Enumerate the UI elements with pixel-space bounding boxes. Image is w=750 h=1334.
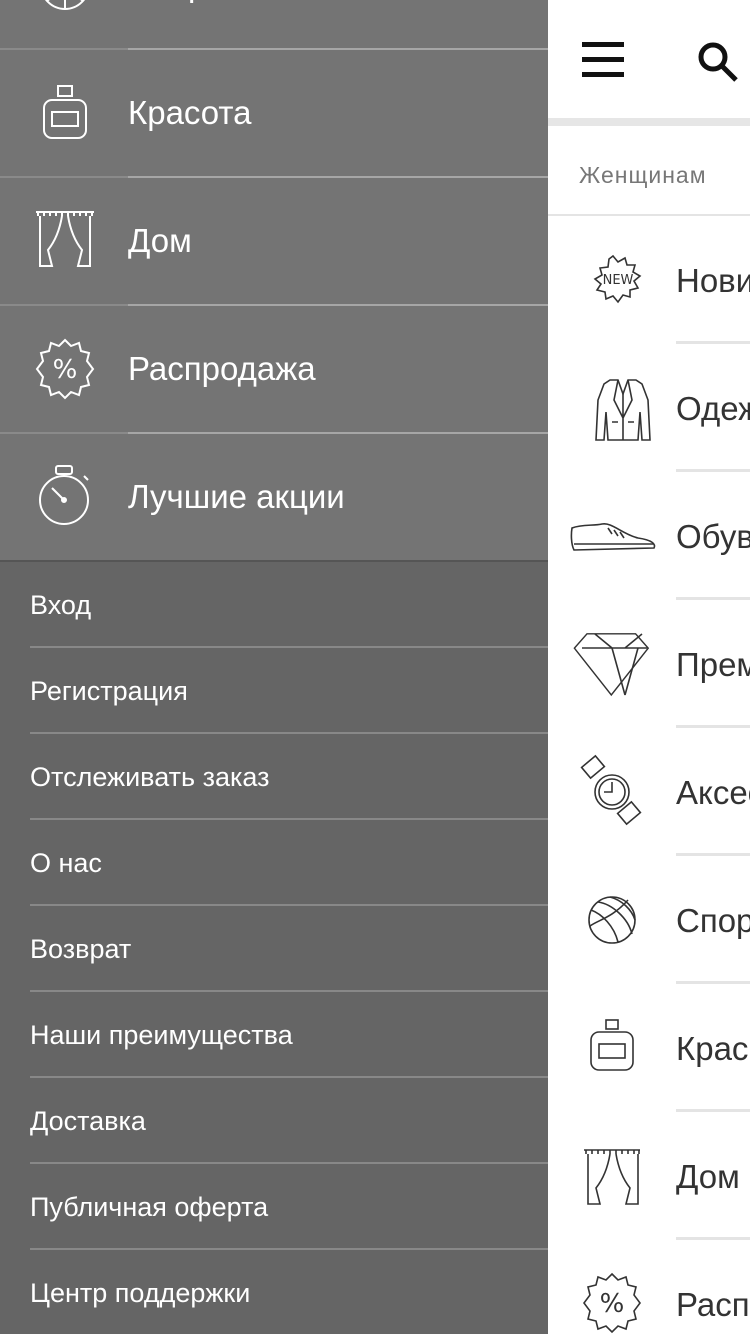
shoe-icon	[568, 494, 678, 578]
curtain-icon	[568, 1134, 678, 1218]
drawer-link-support[interactable]: Центр поддержки	[0, 1250, 548, 1334]
curtain-icon	[30, 200, 100, 282]
new-badge-icon: NEW	[568, 238, 678, 322]
category-label: Новинки	[676, 262, 750, 299]
drawer-item-beauty[interactable]: Красота	[0, 50, 548, 178]
breadcrumb-label: Женщинам	[579, 162, 707, 188]
drawer-link-about[interactable]: О нас	[0, 820, 548, 906]
category-label: Спорт	[676, 902, 750, 939]
category-row-accessories[interactable]: Аксессуары	[548, 728, 750, 856]
category-label: Распродажа	[676, 1286, 750, 1323]
hamburger-menu-icon[interactable]	[582, 38, 626, 82]
drawer-item-best-deals[interactable]: Лучшие акции	[0, 434, 548, 562]
category-row-sport[interactable]: Спорт	[548, 856, 750, 984]
drawer-link-login[interactable]: Вход	[0, 562, 548, 648]
link-label: О нас	[30, 848, 102, 878]
watch-icon	[568, 750, 678, 834]
svg-text:NEW: NEW	[603, 273, 634, 288]
drawer-item-home[interactable]: Дом	[0, 178, 548, 306]
main-panel: Женщинам NEW Новинки Одежда Обувь	[548, 0, 750, 1334]
drawer-item-sale[interactable]: % Распродажа	[0, 306, 548, 434]
perfume-icon	[30, 72, 100, 154]
category-row-premium[interactable]: Премиум	[548, 600, 750, 728]
drawer-item-label: Красота	[128, 94, 252, 131]
drawer-link-returns[interactable]: Возврат	[0, 906, 548, 992]
category-row-sale[interactable]: % Распродажа	[548, 1240, 750, 1334]
drawer-links: Вход Регистрация Отслеживать заказ О нас…	[0, 560, 548, 1334]
category-row-clothing[interactable]: Одежда	[548, 344, 750, 472]
drawer-link-register[interactable]: Регистрация	[0, 648, 548, 734]
link-label: Вход	[30, 590, 92, 620]
link-label: Доставка	[30, 1106, 146, 1136]
category-label: Одежда	[676, 390, 750, 427]
drawer-item-label: Распродажа	[128, 350, 316, 387]
category-row-beauty[interactable]: Красота	[548, 984, 750, 1112]
diamond-icon	[568, 622, 678, 706]
ball-icon	[568, 878, 678, 962]
link-label: Публичная оферта	[30, 1192, 269, 1222]
search-icon[interactable]	[696, 40, 740, 84]
ball-icon	[30, 0, 100, 26]
svg-text:%: %	[600, 1289, 625, 1319]
category-label: Дом	[676, 1158, 740, 1195]
link-label: Регистрация	[30, 676, 188, 706]
link-label: Возврат	[30, 934, 132, 964]
category-label: Премиум	[676, 646, 750, 683]
drawer-item-sport[interactable]: Спорт	[0, 0, 548, 50]
navigation-drawer: Спорт Красота Дом % Распродажа	[0, 0, 548, 1334]
category-row-shoes[interactable]: Обувь	[548, 472, 750, 600]
drawer-link-delivery[interactable]: Доставка	[0, 1078, 548, 1164]
drawer-link-public-offer[interactable]: Публичная оферта	[0, 1164, 548, 1250]
category-label: Обувь	[676, 518, 750, 555]
link-label: Наши преимущества	[30, 1020, 293, 1050]
category-row-home[interactable]: Дом	[548, 1112, 750, 1240]
jacket-icon	[568, 366, 678, 450]
drawer-item-label: Спорт	[128, 0, 221, 48]
svg-text:%: %	[53, 355, 78, 385]
link-label: Отслеживать заказ	[30, 762, 270, 792]
stopwatch-icon	[30, 456, 100, 538]
drawer-item-label: Лучшие акции	[128, 478, 345, 515]
breadcrumb[interactable]: Женщинам	[548, 126, 750, 216]
perfume-icon	[568, 1006, 678, 1090]
drawer-item-label: Дом	[128, 222, 192, 259]
drawer-link-track-order[interactable]: Отслеживать заказ	[0, 734, 548, 820]
top-bar	[548, 0, 750, 118]
category-label: Аксессуары	[676, 774, 750, 811]
category-row-new[interactable]: NEW Новинки	[548, 216, 750, 344]
sale-badge-icon: %	[568, 1262, 678, 1334]
link-label: Центр поддержки	[30, 1278, 251, 1308]
divider	[548, 118, 750, 126]
drawer-link-benefits[interactable]: Наши преимущества	[0, 992, 548, 1078]
sale-badge-icon: %	[30, 328, 100, 410]
category-label: Красота	[676, 1030, 750, 1067]
